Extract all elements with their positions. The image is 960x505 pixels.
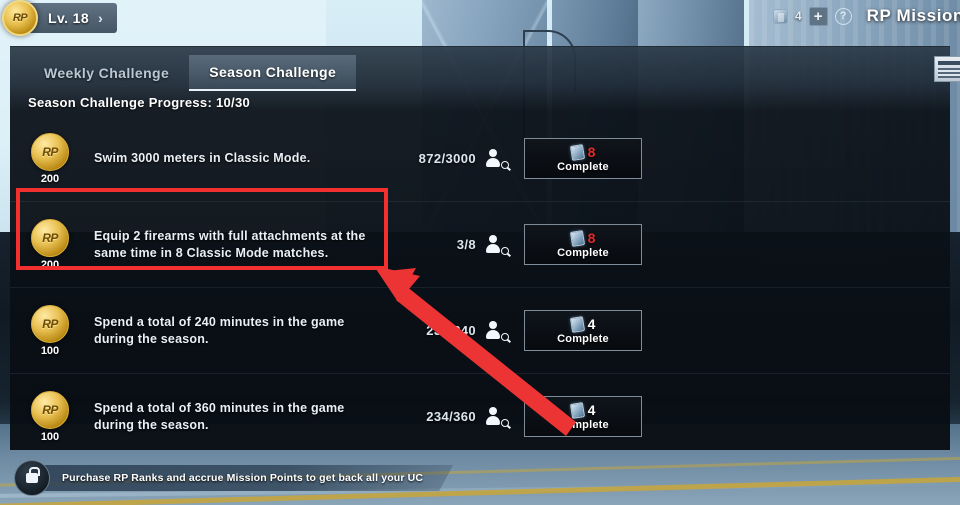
teammate-head <box>489 234 497 243</box>
page-title: RP Mission <box>866 6 960 25</box>
magnifier-glyph <box>501 418 509 427</box>
rp-medal-icon: RP <box>2 0 38 36</box>
challenge-description: Equip 2 firearms with full attachments a… <box>94 228 366 260</box>
reward-amount: 100 <box>40 344 60 357</box>
teammate-head <box>489 148 497 157</box>
side-panel-tab-icon[interactable] <box>934 56 960 82</box>
teammate-head <box>489 406 497 415</box>
chevron-right-icon: › <box>98 10 103 26</box>
teammate-body <box>486 157 500 167</box>
challenge-progress: 3/8 <box>456 237 476 252</box>
tab-bar: Weekly Challenge Season Challenge <box>10 47 950 91</box>
complete-button-label: Complete <box>557 332 609 345</box>
complete-button[interactable]: 8 Complete <box>524 138 642 179</box>
table-row[interactable]: RP 200 Equip 2 firearms with full attach… <box>10 202 950 288</box>
complete-button-label: Complete <box>557 246 609 259</box>
find-teammate-icon[interactable] <box>486 320 510 342</box>
help-icon[interactable]: ? <box>834 7 852 25</box>
tab-season-challenge-label: Season Challenge <box>209 64 337 80</box>
teammate-body <box>486 415 500 425</box>
teammate-body <box>486 329 500 339</box>
find-teammate-icon[interactable] <box>486 406 510 428</box>
challenge-description: Swim 3000 meters in Classic Mode. <box>94 151 311 165</box>
lock-glyph <box>26 467 40 483</box>
tab-weekly-challenge-label: Weekly Challenge <box>44 65 170 81</box>
season-progress-label: Season Challenge Progress: 10/30 <box>28 95 251 110</box>
complete-button-reward: 8 <box>569 229 596 247</box>
rp-level-label: Lv. 18 <box>48 10 90 26</box>
rp-coin-text: RP <box>42 402 58 417</box>
complete-button-reward: 4 <box>569 315 596 333</box>
add-currency-button[interactable]: + <box>808 6 828 26</box>
tab-season-challenge[interactable]: Season Challenge <box>189 55 357 91</box>
rp-coin-icon: RP <box>31 132 69 171</box>
reward-badge: RP 100 <box>28 304 72 357</box>
challenge-description: Spend a total of 360 minutes in the game… <box>94 400 345 432</box>
tab-weekly-challenge[interactable]: Weekly Challenge <box>24 55 189 91</box>
ticket-icon <box>569 229 585 247</box>
magnifier-glyph <box>501 160 509 169</box>
challenge-progress: 234/240 <box>426 323 476 338</box>
reward-badge: RP 200 <box>28 218 72 271</box>
currency-card-icon <box>772 8 788 24</box>
complete-button-count: 4 <box>587 402 596 418</box>
purchase-rp-banner-text: Purchase RP Ranks and accrue Mission Poi… <box>62 472 424 484</box>
complete-button[interactable]: 4 Complete <box>524 310 642 351</box>
reward-badge: RP 200 <box>28 132 72 185</box>
complete-button-reward: 8 <box>569 143 596 161</box>
reward-amount: 100 <box>40 430 60 443</box>
header-right-cluster: 4 + ? RP Mission <box>772 6 960 26</box>
find-teammate-icon[interactable] <box>486 234 510 256</box>
complete-button[interactable]: 8 Complete <box>524 224 642 265</box>
table-row[interactable]: RP 100 Spend a total of 240 minutes in t… <box>10 288 950 374</box>
purchase-rp-banner[interactable]: Purchase RP Ranks and accrue Mission Poi… <box>14 458 453 498</box>
reward-badge: RP 100 <box>28 390 72 443</box>
complete-button-count: 8 <box>587 230 596 246</box>
rp-coin-icon: RP <box>31 304 69 343</box>
magnifier-glyph <box>501 246 509 255</box>
rp-coin-text: RP <box>42 144 58 159</box>
table-row[interactable]: RP 200 Swim 3000 meters in Classic Mode.… <box>10 116 950 202</box>
mission-panel: Weekly Challenge Season Challenge Season… <box>10 46 950 460</box>
magnifier-glyph <box>501 332 509 341</box>
challenge-list: RP 200 Swim 3000 meters in Classic Mode.… <box>10 116 950 460</box>
complete-button-count: 4 <box>587 316 596 332</box>
rp-coin-text: RP <box>42 230 58 245</box>
complete-button-label: Complete <box>557 160 609 173</box>
complete-button-count: 8 <box>587 144 596 160</box>
purchase-rp-banner-strip: Purchase RP Ranks and accrue Mission Poi… <box>36 465 453 491</box>
rp-coin-icon: RP <box>31 390 69 429</box>
find-teammate-icon[interactable] <box>486 148 510 170</box>
complete-button-reward: 4 <box>569 401 596 419</box>
reward-amount: 200 <box>40 172 60 185</box>
teammate-head <box>489 320 497 329</box>
ticket-icon <box>569 401 585 419</box>
complete-button-label: Complete <box>557 418 609 431</box>
rp-coin-icon: RP <box>31 218 69 257</box>
table-row[interactable]: RP 100 Spend a total of 360 minutes in t… <box>10 374 950 460</box>
challenge-progress: 234/360 <box>426 409 476 424</box>
rp-medal-text: RP <box>12 12 28 24</box>
top-header: RP Lv. 18 › 4 + ? RP Mission <box>0 0 960 38</box>
ticket-icon <box>569 315 585 333</box>
lock-icon <box>14 460 50 496</box>
challenge-progress: 872/3000 <box>418 151 476 166</box>
rp-level-badge[interactable]: RP Lv. 18 › <box>2 0 117 36</box>
currency-value: 4 <box>794 9 802 23</box>
teammate-body <box>486 243 500 253</box>
challenge-description: Spend a total of 240 minutes in the game… <box>94 314 345 346</box>
rp-coin-text: RP <box>42 316 58 331</box>
reward-amount: 200 <box>40 258 60 271</box>
complete-button[interactable]: 4 Complete <box>524 396 642 437</box>
ticket-icon <box>569 143 585 161</box>
